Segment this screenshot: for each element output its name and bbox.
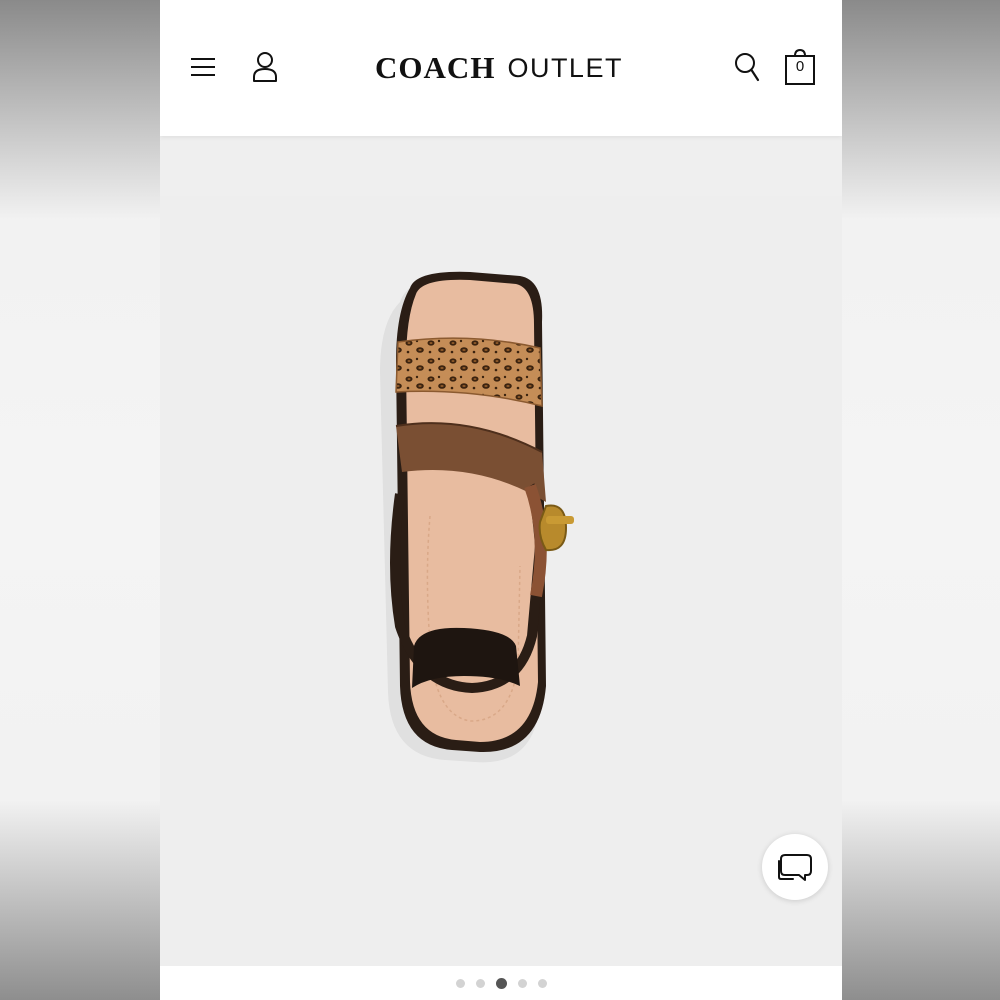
hamburger-menu-icon <box>191 58 215 76</box>
site-logo[interactable]: COACH OUTLET <box>334 48 664 88</box>
search-button[interactable] <box>730 48 764 86</box>
account-button[interactable] <box>248 48 282 86</box>
logo-brand-text: COACH <box>375 50 496 85</box>
chat-bubble-icon <box>778 854 812 881</box>
pagination-dot-2[interactable] <box>475 978 485 988</box>
site-header: COACH OUTLET 0 <box>160 0 842 136</box>
product-image-sandal[interactable] <box>360 266 640 766</box>
pagination-dot-3-active[interactable] <box>495 977 507 989</box>
cart-count: 0 <box>795 58 805 75</box>
pagination-dot-4[interactable] <box>517 978 527 988</box>
pagination-dot-1[interactable] <box>455 978 465 988</box>
logo-outlet-text: OUTLET <box>507 52 623 83</box>
user-account-icon <box>253 52 277 82</box>
pagination-dot-5[interactable] <box>537 978 547 988</box>
cart-button[interactable]: 0 <box>782 46 818 88</box>
chat-button[interactable] <box>762 834 828 900</box>
carousel-pagination <box>160 966 842 1000</box>
search-icon <box>735 53 760 82</box>
product-image-gallery[interactable] <box>160 196 842 966</box>
menu-button[interactable] <box>186 50 220 84</box>
app-viewport: COACH OUTLET 0 <box>160 0 842 1000</box>
